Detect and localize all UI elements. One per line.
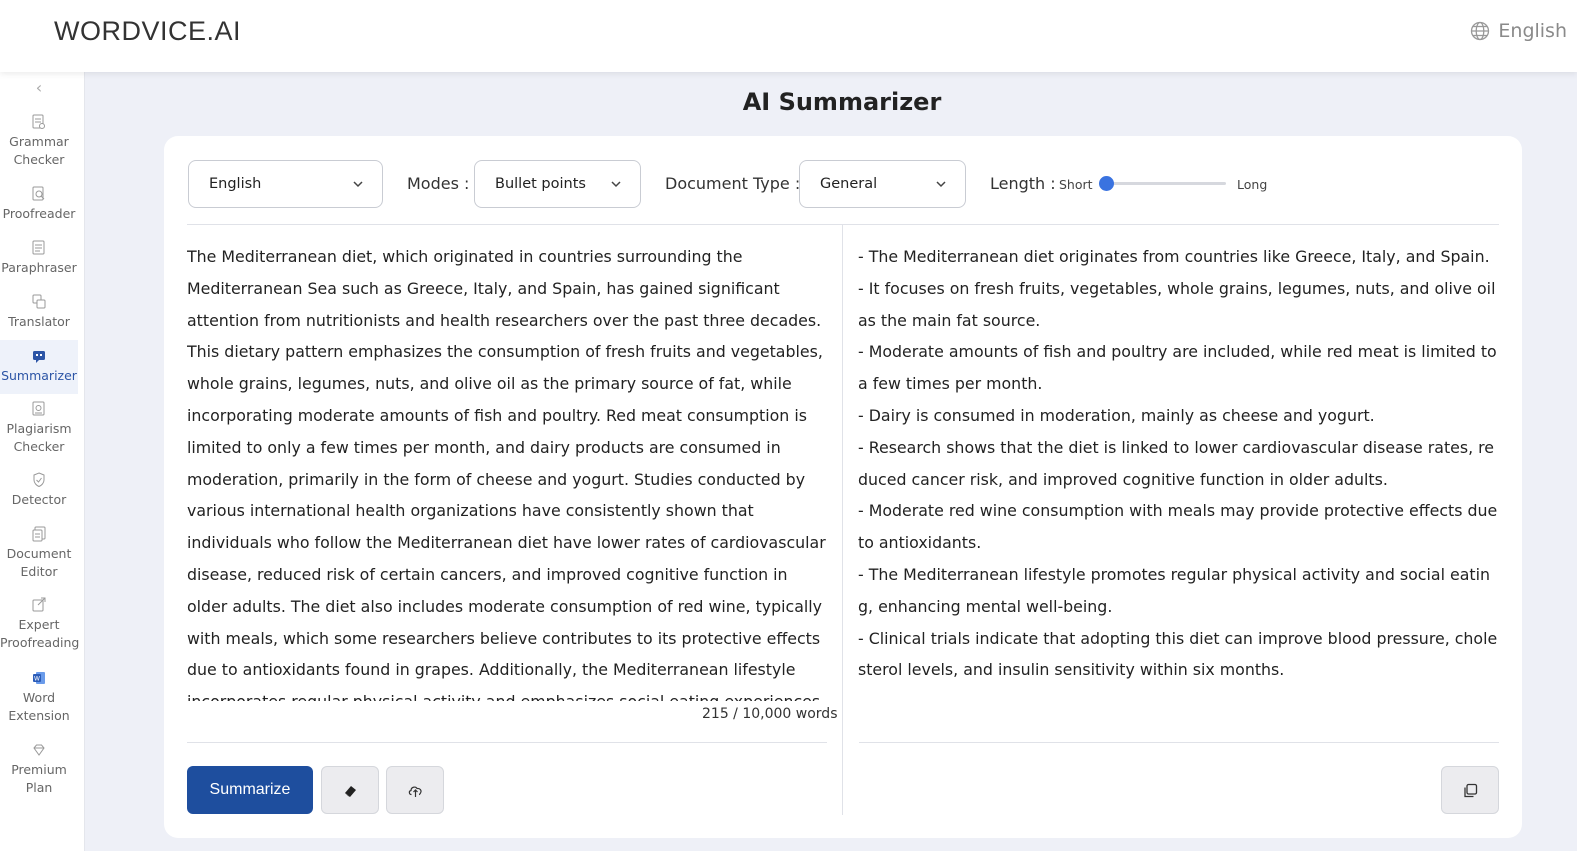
grammar-checker-icon [32, 114, 45, 129]
modes-label: Modes : [407, 174, 470, 193]
modes-select[interactable]: Bullet points [474, 160, 641, 208]
language-switcher[interactable]: English [1470, 20, 1567, 42]
sidebar-item-label: Word Extension [8, 690, 70, 723]
chevron-left-icon[interactable]: ‹ [31, 80, 47, 96]
chevron-down-icon [936, 181, 946, 188]
summary-bullet: - Dairy is consumed in moderation, mainl… [858, 405, 1375, 425]
sidebar-item-label: Document Editor [6, 546, 72, 579]
logo[interactable]: WORDVICE.AI [54, 16, 241, 47]
svg-text:W: W [34, 676, 40, 683]
copy-icon [1464, 783, 1478, 798]
sidebar-item-proofreader[interactable]: Proofreader [0, 186, 78, 223]
language-select-value: English [209, 176, 262, 192]
document-type-select[interactable]: General [799, 160, 966, 208]
paraphraser-icon [32, 240, 45, 255]
sidebar-item-label: Grammar Checker [9, 134, 69, 167]
summary-bullet: - Research shows that the diet is linked… [858, 437, 1494, 489]
summary-bullet: - Moderate red wine consumption with mea… [858, 501, 1498, 553]
sidebar-item-label: Plagiarism Checker [6, 421, 72, 454]
summary-bullet: - The Mediterranean lifestyle promotes r… [858, 564, 1490, 616]
length-label: Length : [990, 174, 1056, 193]
sidebar-item-label: Translator [8, 314, 70, 329]
sidebar-item-plagiarism-checker[interactable]: Plagiarism Checker [0, 401, 78, 456]
page-title: AI Summarizer [742, 88, 942, 116]
chevron-down-icon [611, 181, 621, 188]
summary-bullet: - Moderate amounts of fish and poultry a… [858, 342, 1497, 394]
sidebar-item-translator[interactable]: Translator [0, 294, 78, 331]
sidebar-item-label: Premium Plan [11, 762, 67, 795]
sidebar-item-premium-plan[interactable]: Premium Plan [0, 742, 78, 797]
summary-bullet: - The Mediterranean diet originates from… [858, 247, 1490, 266]
divider [859, 742, 1499, 743]
translator-icon [32, 294, 46, 309]
document-type-select-value: General [820, 176, 878, 192]
divider [187, 742, 827, 743]
document-type-label: Document Type : [665, 174, 801, 193]
summarizer-card: English Modes : Bullet points Document T… [164, 136, 1522, 838]
sidebar-item-label: Proofreader [2, 206, 76, 221]
top-bar: WORDVICE.AI English [0, 0, 1577, 72]
clear-button[interactable] [321, 766, 379, 814]
summary-bullet: - It focuses on fresh fruits, vegetables… [858, 278, 1496, 330]
length-slider-handle[interactable] [1099, 176, 1114, 191]
sidebar-item-paraphraser[interactable]: Paraphraser [0, 240, 78, 277]
sidebar: ‹ Grammar Checker Proofreader Paraphrase… [0, 72, 85, 851]
upload-button[interactable] [386, 766, 444, 814]
sidebar-item-expert-proofreading[interactable]: Expert Proofreading [0, 597, 80, 652]
input-text-area[interactable]: The Mediterranean diet, which originated… [187, 241, 827, 701]
premium-plan-icon [33, 744, 45, 756]
sidebar-item-word-extension[interactable]: W Word Extension [0, 670, 78, 725]
copy-button[interactable] [1441, 766, 1499, 814]
sidebar-item-label: Detector [11, 492, 67, 507]
modes-select-value: Bullet points [495, 176, 586, 192]
globe-icon [1471, 21, 1490, 41]
detector-icon [33, 472, 45, 488]
sidebar-item-document-editor[interactable]: Document Editor [0, 526, 78, 581]
length-short-label: Short [1059, 177, 1093, 192]
sidebar-item-detector[interactable]: Detector [0, 472, 78, 509]
sidebar-item-grammar-checker[interactable]: Grammar Checker [0, 114, 78, 169]
chevron-down-icon [353, 181, 363, 188]
length-slider-track[interactable] [1106, 182, 1226, 185]
expert-proofreading-icon [32, 597, 46, 612]
sidebar-item-label: Summarizer [1, 368, 77, 383]
language-select[interactable]: English [188, 160, 383, 208]
divider [187, 224, 1499, 225]
panel-divider [842, 225, 843, 815]
cloud-upload-icon [408, 786, 422, 797]
word-count: 215 / 10,000 words [702, 706, 838, 722]
sidebar-item-summarizer[interactable]: Summarizer [0, 340, 78, 394]
length-long-label: Long [1237, 177, 1268, 192]
language-label: English [1498, 20, 1567, 42]
sidebar-item-label: Expert Proofreading [0, 617, 80, 650]
eraser-icon [345, 786, 356, 797]
plagiarism-checker-icon [32, 401, 45, 416]
proofreader-icon [32, 186, 45, 201]
summary-output: - The Mediterranean diet originates from… [858, 241, 1500, 686]
summarize-button[interactable]: Summarize [187, 766, 313, 814]
document-editor-icon [32, 526, 46, 542]
word-extension-icon: W [33, 672, 45, 684]
summarizer-icon [33, 351, 45, 363]
sidebar-item-label: Paraphraser [1, 260, 77, 275]
summary-bullet: - Clinical trials indicate that adopting… [858, 628, 1498, 680]
